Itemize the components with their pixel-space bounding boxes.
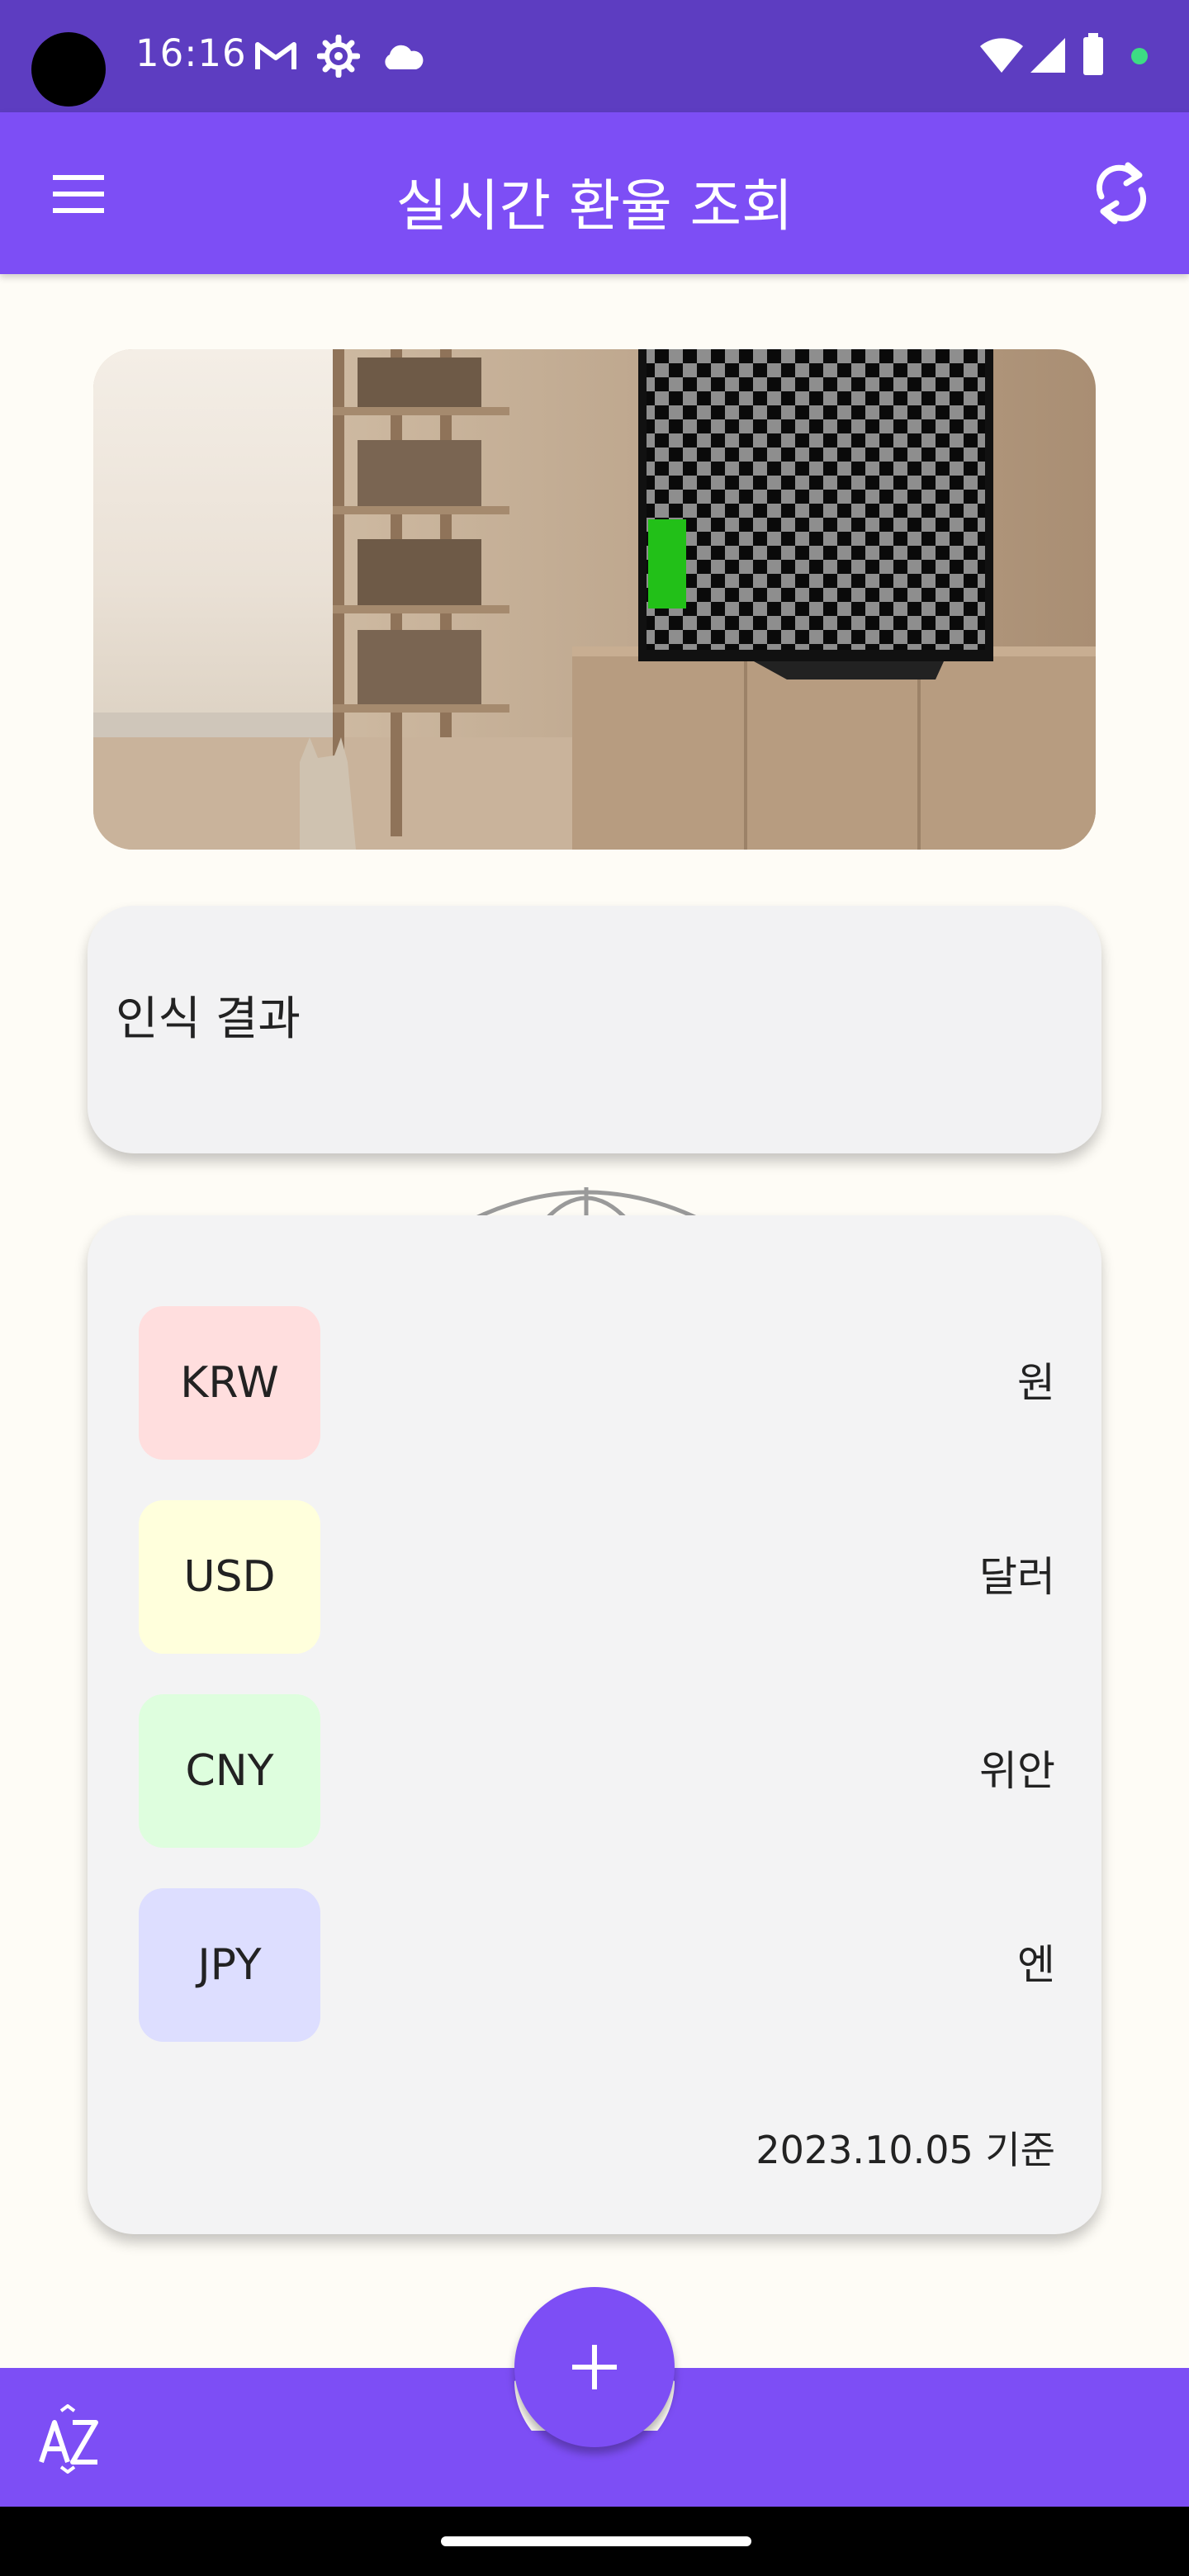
room-scene-image — [93, 349, 1096, 850]
cellular-signal-icon — [1030, 38, 1065, 73]
currency-row-jpy[interactable]: JPY 엔 — [139, 1888, 1055, 2042]
privacy-indicator-dot — [1131, 48, 1148, 64]
result-title: 인식 결과 — [116, 992, 301, 1046]
currency-name: 위안 — [979, 1747, 1055, 1795]
currency-code-badge: JPY — [139, 1888, 320, 2042]
settings-gear-icon — [317, 35, 360, 78]
home-gesture-handle[interactable] — [441, 2536, 751, 2546]
add-button[interactable] — [514, 2287, 675, 2447]
plus-icon — [572, 2345, 617, 2389]
page-title: 실시간 환율 조회 — [396, 174, 793, 239]
gmail-icon — [255, 42, 296, 69]
recognition-result-card: 인식 결과 — [88, 906, 1101, 1153]
currency-code-badge: CNY — [139, 1694, 320, 1848]
status-bar: 16:16 — [0, 0, 1189, 112]
currency-code-badge: USD — [139, 1500, 320, 1654]
currency-code-badge: KRW — [139, 1306, 320, 1460]
sort-az-icon[interactable] — [36, 2404, 102, 2474]
system-navigation-bar — [0, 2507, 1189, 2576]
battery-icon — [1083, 33, 1103, 75]
currency-list-card: KRW 원 USD 달러 CNY 위안 JPY 엔 2023.10.05 기준 — [88, 1215, 1101, 2234]
currency-name: 원 — [1017, 1359, 1055, 1407]
wifi-icon — [980, 38, 1023, 73]
refresh-icon[interactable] — [1090, 160, 1153, 226]
currency-name: 달러 — [979, 1553, 1055, 1601]
status-time: 16:16 — [135, 31, 247, 75]
cloud-icon — [385, 45, 424, 69]
basis-date: 2023.10.05 기준 — [756, 2128, 1055, 2172]
currency-row-krw[interactable]: KRW 원 — [139, 1306, 1055, 1460]
currency-name: 엔 — [1017, 1941, 1055, 1989]
currency-row-usd[interactable]: USD 달러 — [139, 1500, 1055, 1654]
currency-row-cny[interactable]: CNY 위안 — [139, 1694, 1055, 1848]
app-bar: 실시간 환율 조회 — [0, 112, 1189, 274]
camera-cutout — [31, 32, 106, 107]
